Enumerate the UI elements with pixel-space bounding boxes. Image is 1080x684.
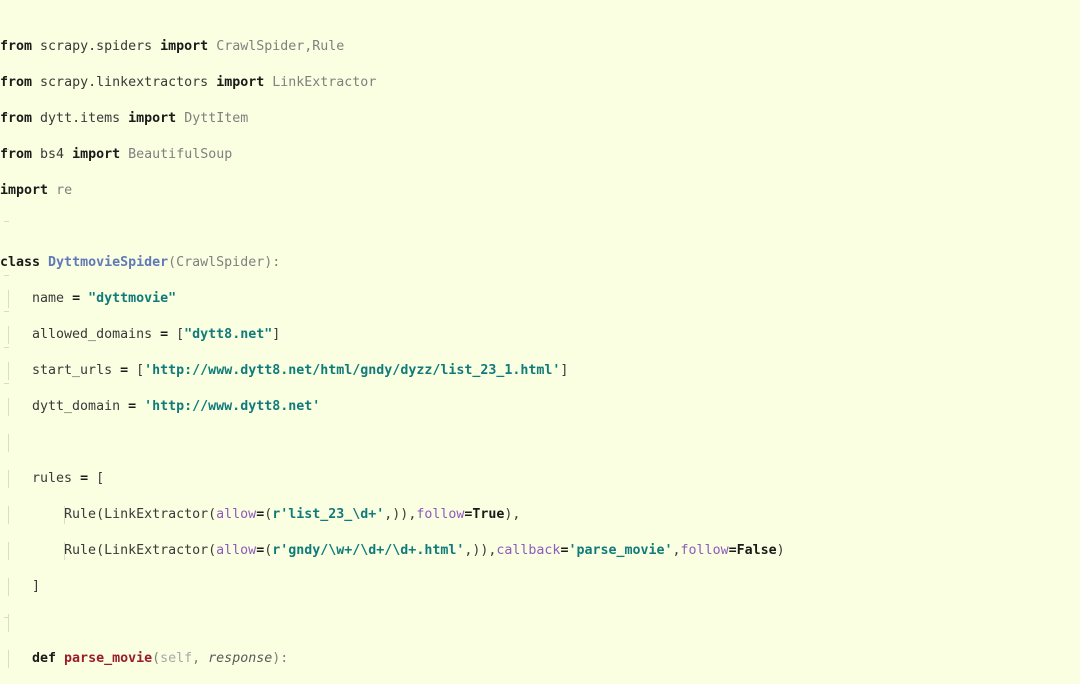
code-line-blank [0,614,785,632]
code-line: name = "dyttmovie" [0,290,177,308]
code-line: start_urls = ['http://www.dytt8.net/html… [0,362,569,380]
code-line-blank [0,434,785,452]
code-line: dytt_domain = 'http://www.dytt8.net' [0,398,321,416]
code-line: rules = [ [0,470,105,488]
code-line: def parse_movie(self, response): [0,650,289,668]
code-line: import re [0,183,73,198]
code-line: Rule(LinkExtractor(allow=(r'list_23_\d+'… [0,506,521,524]
code-line: from scrapy.linkextractors import LinkEx… [0,75,377,90]
code-editor[interactable]: from scrapy.spiders import CrawlSpider,R… [0,0,1080,684]
code-line: Rule(LinkExtractor(allow=(r'gndy/\w+/\d+… [0,542,785,560]
code-line: from bs4 import BeautifulSoup [0,147,233,162]
code-line: from dytt.items import DyttItem [0,111,249,126]
code-line: ] [0,578,41,596]
code-content[interactable]: from scrapy.spiders import CrawlSpider,R… [0,0,785,684]
code-line: class DyttmovieSpider(CrawlSpider): [0,255,281,270]
code-line: allowed_domains = ["dytt8.net"] [0,326,281,344]
code-line: from scrapy.spiders import CrawlSpider,R… [0,39,345,54]
